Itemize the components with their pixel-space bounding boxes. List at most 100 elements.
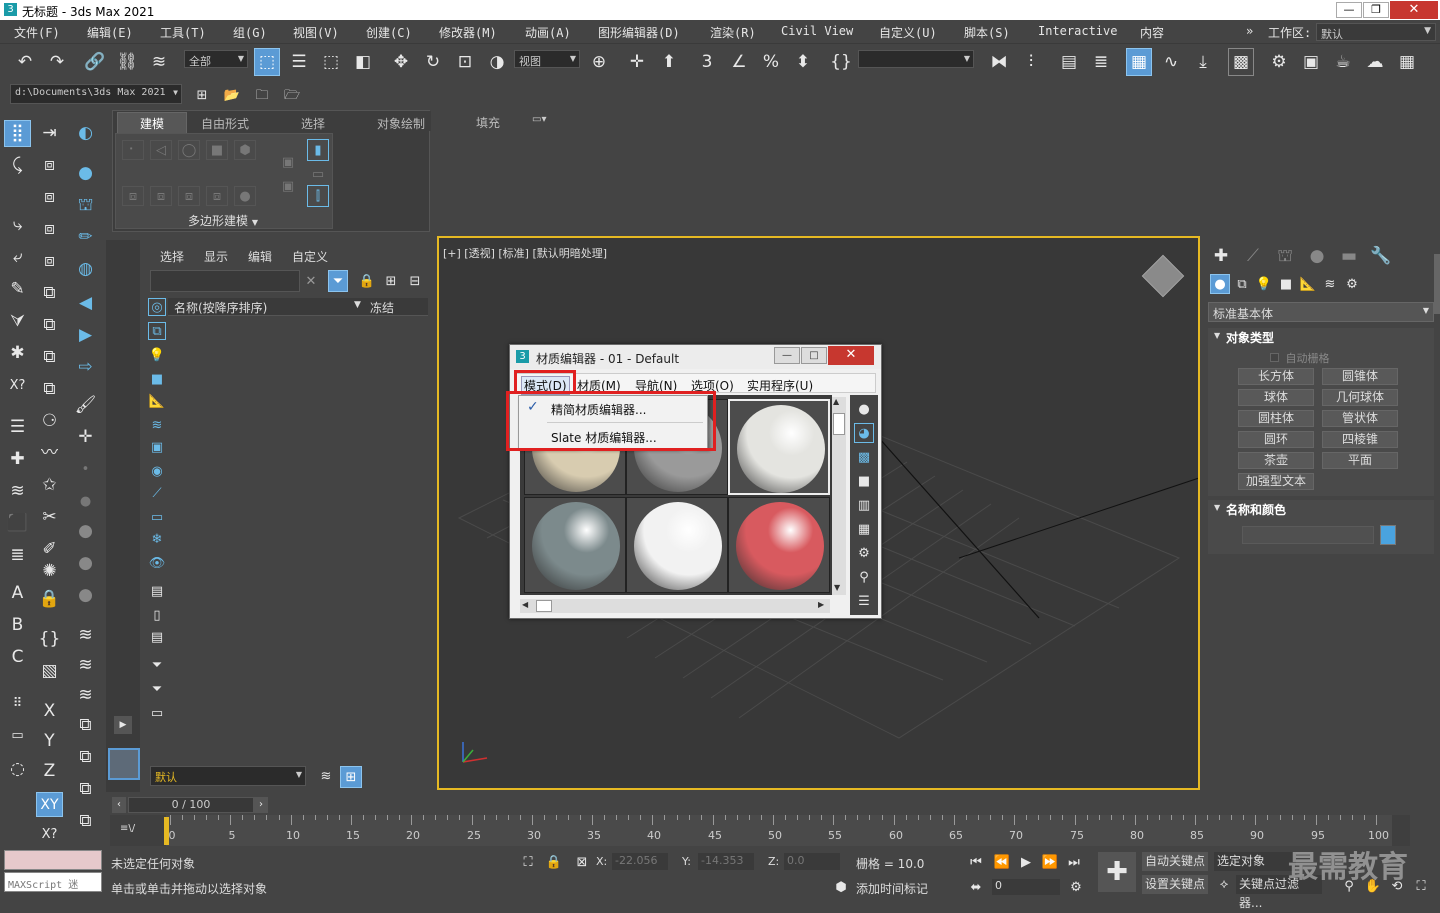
select-by-name-icon[interactable]: ☰ xyxy=(286,50,312,74)
undo-icon[interactable]: ↶ xyxy=(12,50,38,74)
sample-uv-icon[interactable]: ■ xyxy=(854,471,874,491)
export-icon[interactable]: ⇨ xyxy=(72,354,99,381)
star-icon[interactable]: ✩ xyxy=(36,472,63,499)
menu-edit[interactable]: 编辑(E) xyxy=(87,24,133,41)
dialog-maximize-button[interactable]: □ xyxy=(801,347,827,364)
previous-frame-icon[interactable]: ⏪ xyxy=(992,852,1012,872)
move-icon[interactable]: ✥ xyxy=(388,50,414,74)
display-geometry-icon[interactable]: ◎ xyxy=(148,298,166,316)
plus-move-icon[interactable]: ✛ xyxy=(72,424,99,451)
layer-c-icon[interactable]: ≋ xyxy=(72,682,99,709)
add-time-tag-icon[interactable]: ⬢ xyxy=(832,878,850,896)
spinner-snap-icon[interactable]: ⬍ xyxy=(790,50,816,74)
stack4-icon[interactable]: ⧉ xyxy=(36,344,63,371)
layer-g-icon[interactable]: ⧉ xyxy=(72,808,99,835)
bind-space-warp-icon[interactable]: ≋ xyxy=(146,50,172,74)
utilities-tab-icon[interactable]: 🔧 xyxy=(1368,244,1394,268)
rollout-name-color-title[interactable]: 名称和颜色 xyxy=(1226,501,1286,518)
disc2-icon[interactable]: ● xyxy=(72,550,99,577)
disc3-icon[interactable]: ● xyxy=(72,582,99,609)
maximize-viewport-icon[interactable]: ⛶ xyxy=(1412,877,1430,895)
ribbon-tool-b-icon[interactable]: ▣ xyxy=(277,175,299,197)
brush-icon[interactable]: ✏ xyxy=(72,224,99,251)
display-none-icon[interactable]: ▯ xyxy=(148,606,166,624)
column-freeze[interactable]: 冻结 xyxy=(370,299,394,316)
video-color-icon[interactable]: ▥ xyxy=(854,495,874,515)
percent-snap-icon[interactable]: % xyxy=(758,50,784,74)
display-lights-icon[interactable]: 💡 xyxy=(148,346,166,364)
layer-dropdown[interactable]: 默认 ▼ xyxy=(150,766,306,786)
xform-icon[interactable]: X? xyxy=(4,372,31,399)
y-coordinate-field[interactable]: -14.353 xyxy=(698,853,754,870)
speaker-icon[interactable]: ◀ xyxy=(72,290,99,317)
menu-animation[interactable]: 动画(A) xyxy=(525,24,571,41)
display-invert-icon[interactable]: ▤ xyxy=(148,628,166,646)
display-helpers-icon[interactable]: 📐 xyxy=(148,392,166,410)
object-color-swatch[interactable] xyxy=(1380,525,1396,545)
selection-lock-icon[interactable]: 🔒 xyxy=(544,852,564,872)
display-cameras-icon[interactable]: ■ xyxy=(148,370,166,388)
menu-rendering[interactable]: 渲染(R) xyxy=(710,24,756,41)
tab-selection[interactable]: 选择 xyxy=(301,115,325,132)
cluster-icon[interactable]: ⚆ xyxy=(36,408,63,435)
link-icon[interactable]: 🔗 xyxy=(82,50,108,74)
scroll-down-icon[interactable]: ▼ xyxy=(834,583,840,592)
tool-a-icon[interactable]: ✂ xyxy=(36,504,63,531)
z-coordinate-field[interactable]: 0.0 xyxy=(784,853,840,870)
mirror-icon[interactable]: ⧓ xyxy=(986,50,1012,74)
pivot-center-icon[interactable]: ⊕ xyxy=(586,50,612,74)
curly-brace-icon[interactable]: {} xyxy=(36,626,63,653)
scene-explorer-icon[interactable]: ▤ xyxy=(1056,50,1082,74)
toggle-ribbon-icon[interactable]: ▦ xyxy=(1126,48,1152,76)
open-project-icon[interactable]: 📂 xyxy=(220,83,244,107)
key-filter-icon[interactable]: ⟡ xyxy=(1214,875,1234,894)
poly-tool4-icon[interactable]: ⧈ xyxy=(206,186,228,206)
material-editor-icon[interactable]: ▩ xyxy=(1228,48,1254,76)
hierarchy-tab-icon[interactable]: ⛫ xyxy=(1272,244,1298,268)
ribbon-tool-d-icon[interactable]: ▭ xyxy=(307,163,329,185)
frame-marker[interactable] xyxy=(164,817,169,845)
scroll-thumb[interactable] xyxy=(833,413,845,435)
geosphere-button[interactable]: 几何球体 xyxy=(1322,389,1398,406)
paint-brush-icon[interactable]: 🖌 xyxy=(72,392,99,419)
display-spacewarps-icon[interactable]: ≋ xyxy=(148,416,166,434)
filter-icon[interactable]: ⏷ xyxy=(328,270,348,292)
sample-slot-5[interactable] xyxy=(626,497,728,593)
dialog-close-button[interactable]: ✕ xyxy=(828,346,874,365)
project-settings-icon[interactable]: 🗁 xyxy=(280,83,304,107)
time-slider[interactable]: 0 / 100 xyxy=(128,797,254,813)
column-name[interactable]: 名称(按降序排序) xyxy=(174,299,267,316)
poly-tool1-icon[interactable]: ⧈ xyxy=(122,186,144,206)
soft-select-icon[interactable]: ✱ xyxy=(4,340,31,367)
grid-dots-icon[interactable]: ⠿ xyxy=(4,690,31,717)
select-object-icon[interactable]: ⬚ xyxy=(254,48,280,76)
select-by-material-icon[interactable]: ⚲ xyxy=(854,567,874,587)
set-key-big-icon[interactable]: ✚ xyxy=(1098,852,1136,892)
plane-button[interactable]: 平面 xyxy=(1322,452,1398,469)
teapot-button[interactable]: 茶壶 xyxy=(1238,452,1314,469)
render-production-icon[interactable]: ☕ xyxy=(1330,50,1356,74)
filter-c-icon[interactable]: ▭ xyxy=(148,704,166,722)
poly-face-icon[interactable]: ■ xyxy=(206,140,228,160)
pyramid-button[interactable]: 四棱锥 xyxy=(1322,431,1398,448)
curve-editor-icon[interactable]: ∿ xyxy=(1158,50,1184,74)
snap-vertex-icon[interactable]: ⤶ xyxy=(4,244,31,271)
magnet-icon[interactable]: ⛫ xyxy=(72,192,99,219)
backlight-icon[interactable]: ◕ xyxy=(854,423,874,443)
axis-z-icon[interactable]: Z xyxy=(36,758,63,785)
viewport-label[interactable]: [+] [透视] [标准] [默认明暗处理] xyxy=(443,245,607,261)
ribbon-tool-c-icon[interactable]: ▮ xyxy=(307,139,329,161)
set-project-folder-icon[interactable]: 🗀 xyxy=(250,83,274,107)
menu-views[interactable]: 视图(V) xyxy=(293,24,339,41)
command-panel-scrollbar[interactable] xyxy=(1434,254,1440,314)
place-icon[interactable]: ◑ xyxy=(484,50,510,74)
selected-dropdown[interactable]: 选定对象 xyxy=(1214,852,1296,871)
time-prev-icon[interactable]: ‹ xyxy=(112,797,126,813)
add-time-tag-label[interactable]: 添加时间标记 xyxy=(856,880,928,897)
helpers-category-icon[interactable]: 📐 xyxy=(1298,274,1318,294)
make-preview-icon[interactable]: ▦ xyxy=(854,519,874,539)
text-c-icon[interactable]: C xyxy=(4,644,31,671)
play-tool-icon[interactable]: ▶ xyxy=(72,322,99,349)
menu-graph-editors[interactable]: 图形编辑器(D) xyxy=(598,24,680,41)
layer-manager-icon[interactable]: ≋ xyxy=(316,766,336,786)
